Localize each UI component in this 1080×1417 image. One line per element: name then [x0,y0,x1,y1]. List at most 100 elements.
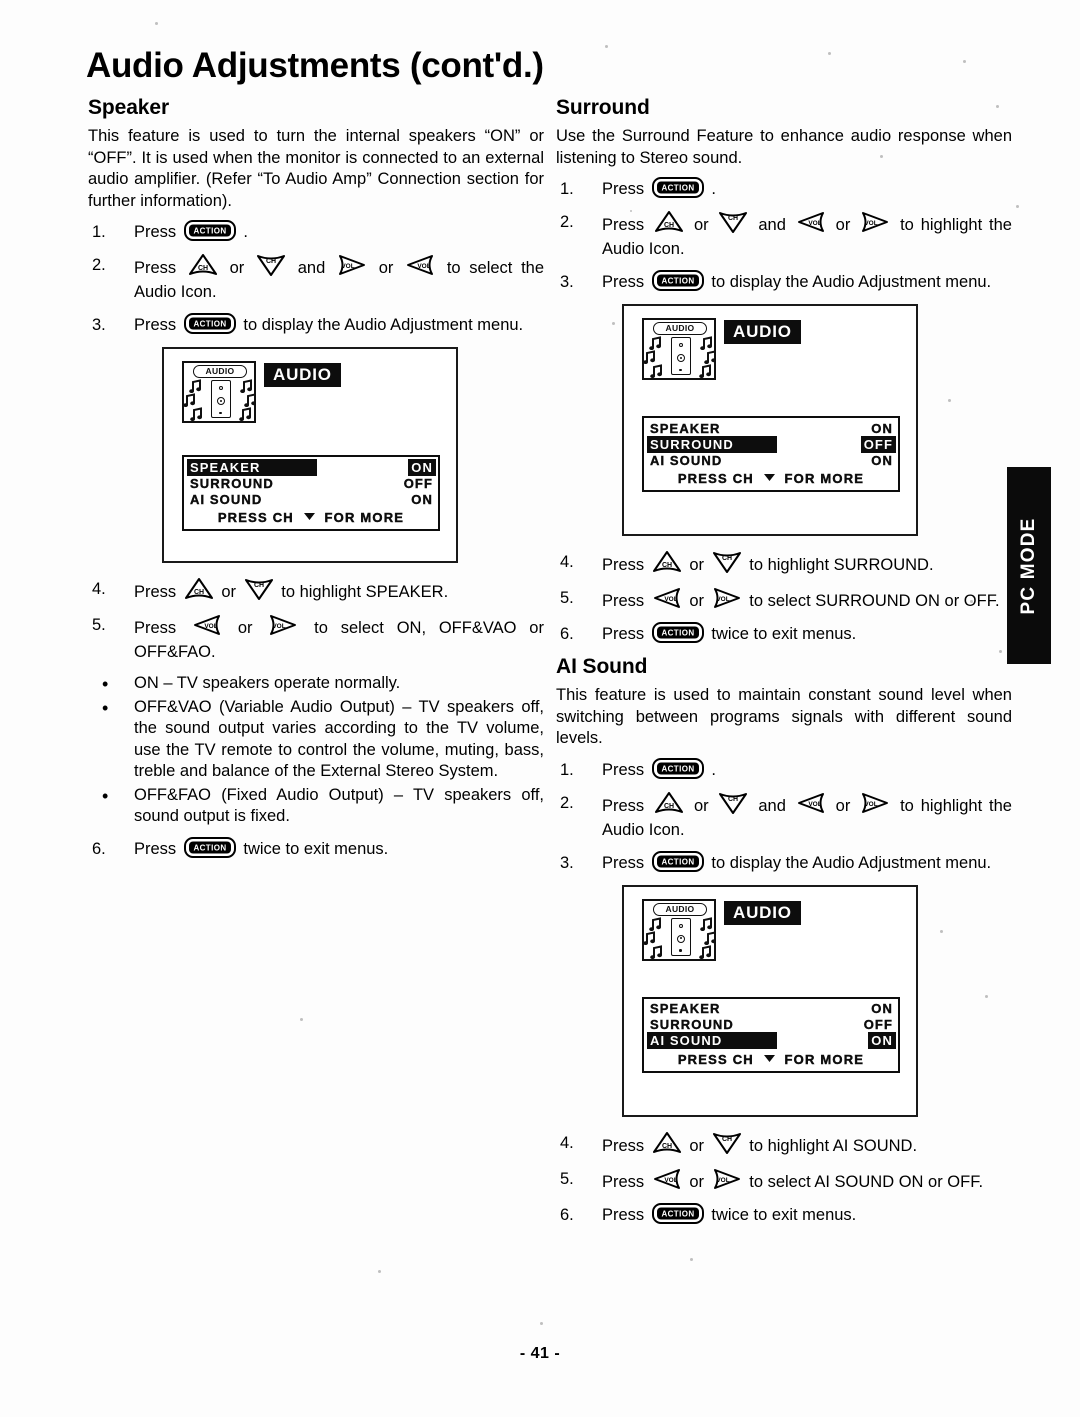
music-note-icon [643,350,656,364]
ai-sound-step-3: 3. Press ACTION to display the Audio Adj… [556,850,1012,875]
music-note-icon [649,916,662,931]
ai-sound-step-4: 4. Press CH or CH to highlight AI SOUND. [556,1131,1012,1158]
osd-more-prefix: PRESS [217,510,268,525]
action-button-icon[interactable]: ACTION [651,270,704,291]
osd-menu-list: SPEAKER ON SURROUND OFF AI SOUND ON PRES… [642,996,900,1073]
audio-icon: AUDIO [182,361,256,423]
svg-text:VOL: VOL [417,263,430,270]
osd-row-speaker[interactable]: SPEAKER ON [184,458,438,476]
osd-row-ai-sound[interactable]: AI SOUND ON [184,491,438,507]
ai-sound-step-5: 5. Press VOL or VOL to select AI SOUND O… [556,1167,1012,1194]
ch-up-icon[interactable]: CH [654,210,684,234]
vol-right-icon[interactable]: VOL [712,586,742,610]
step-number: 5. [560,589,574,607]
ch-down-icon[interactable]: CH [244,577,274,601]
ch-up-icon[interactable]: CH [652,550,682,574]
music-note-icon [704,350,717,364]
ch-down-icon[interactable]: CH [256,253,286,277]
step-text-tail: to highlight SPEAKER. [281,583,449,601]
ch-down-icon[interactable]: CH [712,550,742,574]
action-button-icon[interactable]: ACTION [183,220,236,241]
osd-row-speaker[interactable]: SPEAKER ON [644,1001,898,1017]
osd-row-label: AI SOUND [647,1032,777,1049]
osd-row-surround[interactable]: SURROUND OFF [644,1017,898,1033]
step-text: Press [602,556,645,574]
osd-more-hint: PRESS CH FOR MORE [184,509,438,526]
vol-left-icon[interactable]: VOL [405,253,435,277]
osd-more-hint: PRESS CH FOR MORE [644,470,898,487]
vol-left-icon[interactable]: VOL [652,1167,682,1191]
step-number: 5. [92,616,106,634]
osd-more-suffix: FOR MORE [784,1051,865,1067]
scan-speck [300,1018,303,1021]
ch-up-icon[interactable]: CH [652,1131,682,1155]
music-note-icon [239,407,252,421]
osd-row-value: ON [411,491,433,507]
step-number: 5. [560,1169,574,1188]
scan-speck [1016,205,1019,208]
vol-right-icon[interactable]: VOL [268,613,298,637]
vol-right-icon[interactable]: VOL [860,210,890,234]
speaker-bullet-offfao: • OFF&FAO (Fixed Audio Output) – TV spea… [88,785,544,828]
vol-left-icon[interactable]: VOL [192,613,222,637]
bullet-dot-icon: • [102,674,109,694]
osd-row-label: SPEAKER [650,1001,721,1016]
vol-right-icon[interactable]: VOL [712,1167,742,1191]
step-text-tail: to highlight AI SOUND. [749,1136,918,1155]
right-column: Surround Use the Surround Feature to enh… [556,96,1012,1236]
svg-text:ACTION: ACTION [661,629,694,638]
step-text: Press [602,1136,645,1155]
action-button-icon[interactable]: ACTION [651,757,704,779]
osd-row-surround[interactable]: SURROUND OFF [184,475,438,491]
step-text: Press [602,592,645,610]
music-note-icon [189,379,202,393]
ch-up-icon[interactable]: CH [654,791,684,815]
step-number: 3. [560,273,574,291]
svg-text:CH: CH [198,265,208,272]
speaker-step-6: 6. Press ACTION twice to exit menus. [88,836,544,861]
pc-mode-tab: PC MODE [1007,467,1051,664]
ch-up-icon[interactable]: CH [188,253,218,277]
vol-left-icon[interactable]: VOL [652,586,682,610]
step-number: 3. [92,316,106,334]
osd-row-surround[interactable]: SURROUND OFF [644,435,898,453]
scan-speck [378,1270,381,1273]
step-text: Press [602,853,645,872]
step-text: and [297,259,326,277]
step-text: and [758,796,786,815]
step-number: 1. [560,760,574,779]
vol-left-icon[interactable]: VOL [796,210,826,234]
section-heading-speaker: Speaker [88,96,170,119]
step-text-tail: twice to exit menus. [243,839,389,858]
action-button-icon[interactable]: ACTION [651,177,704,198]
music-note-icon [190,407,203,421]
action-button-icon[interactable]: ACTION [651,850,704,872]
action-button-icon[interactable]: ACTION [183,313,236,334]
svg-text:VOL: VOL [865,801,878,808]
action-button-icon[interactable]: ACTION [183,836,236,858]
svg-text:VOL: VOL [808,220,821,227]
step-text: or [693,216,709,234]
vol-left-icon[interactable]: VOL [796,791,826,815]
step-text: Press [602,796,645,815]
svg-text:CH: CH [664,803,674,810]
osd-row-speaker[interactable]: SPEAKER ON [644,420,898,436]
audio-icon: AUDIO [642,898,716,961]
osd-more-ch: CH [732,1051,754,1067]
action-button-icon[interactable]: ACTION [651,622,704,643]
svg-text:CH: CH [722,1136,732,1143]
osd-row-value: ON [871,1001,893,1016]
ch-down-icon[interactable]: CH [712,1131,742,1155]
ch-down-icon[interactable]: CH [718,210,748,234]
action-button-icon[interactable]: ACTION [651,1202,704,1224]
ch-up-icon[interactable]: CH [184,577,214,601]
osd-row-ai-sound[interactable]: AI SOUND ON [644,1032,898,1049]
vol-right-icon[interactable]: VOL [337,253,367,277]
ch-down-icon[interactable]: CH [718,791,748,815]
osd-row-ai-sound[interactable]: AI SOUND ON [644,452,898,468]
music-note-icon [699,944,712,959]
speaker-step-1: 1. Press ACTION . [88,220,544,244]
vol-right-icon[interactable]: VOL [860,791,890,815]
bullet-text: OFF&VAO (Variable Audio Output) – TV spe… [134,697,544,781]
osd-menu-list: SPEAKER ON SURROUND OFF AI SOUND ON PRES… [642,416,900,492]
